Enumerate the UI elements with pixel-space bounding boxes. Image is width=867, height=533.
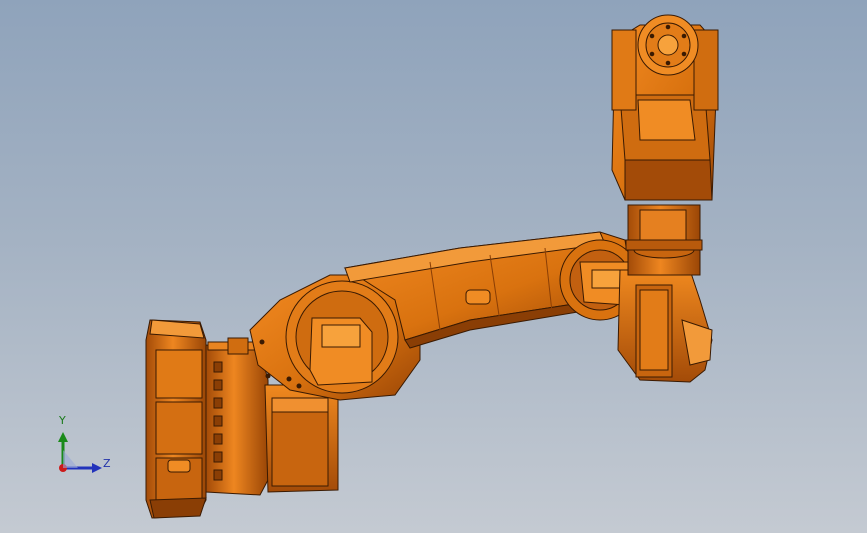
axis-label-z: Z [103,457,111,470]
tool-flange [637,14,699,76]
base-plate [145,319,207,519]
forearm-motor-block [617,269,713,383]
axis-label-y: Y [59,414,66,427]
3d-viewport[interactable]: Y Z [0,0,867,533]
robot-arm-model[interactable] [0,0,867,533]
wrist-cylinder [625,204,703,276]
